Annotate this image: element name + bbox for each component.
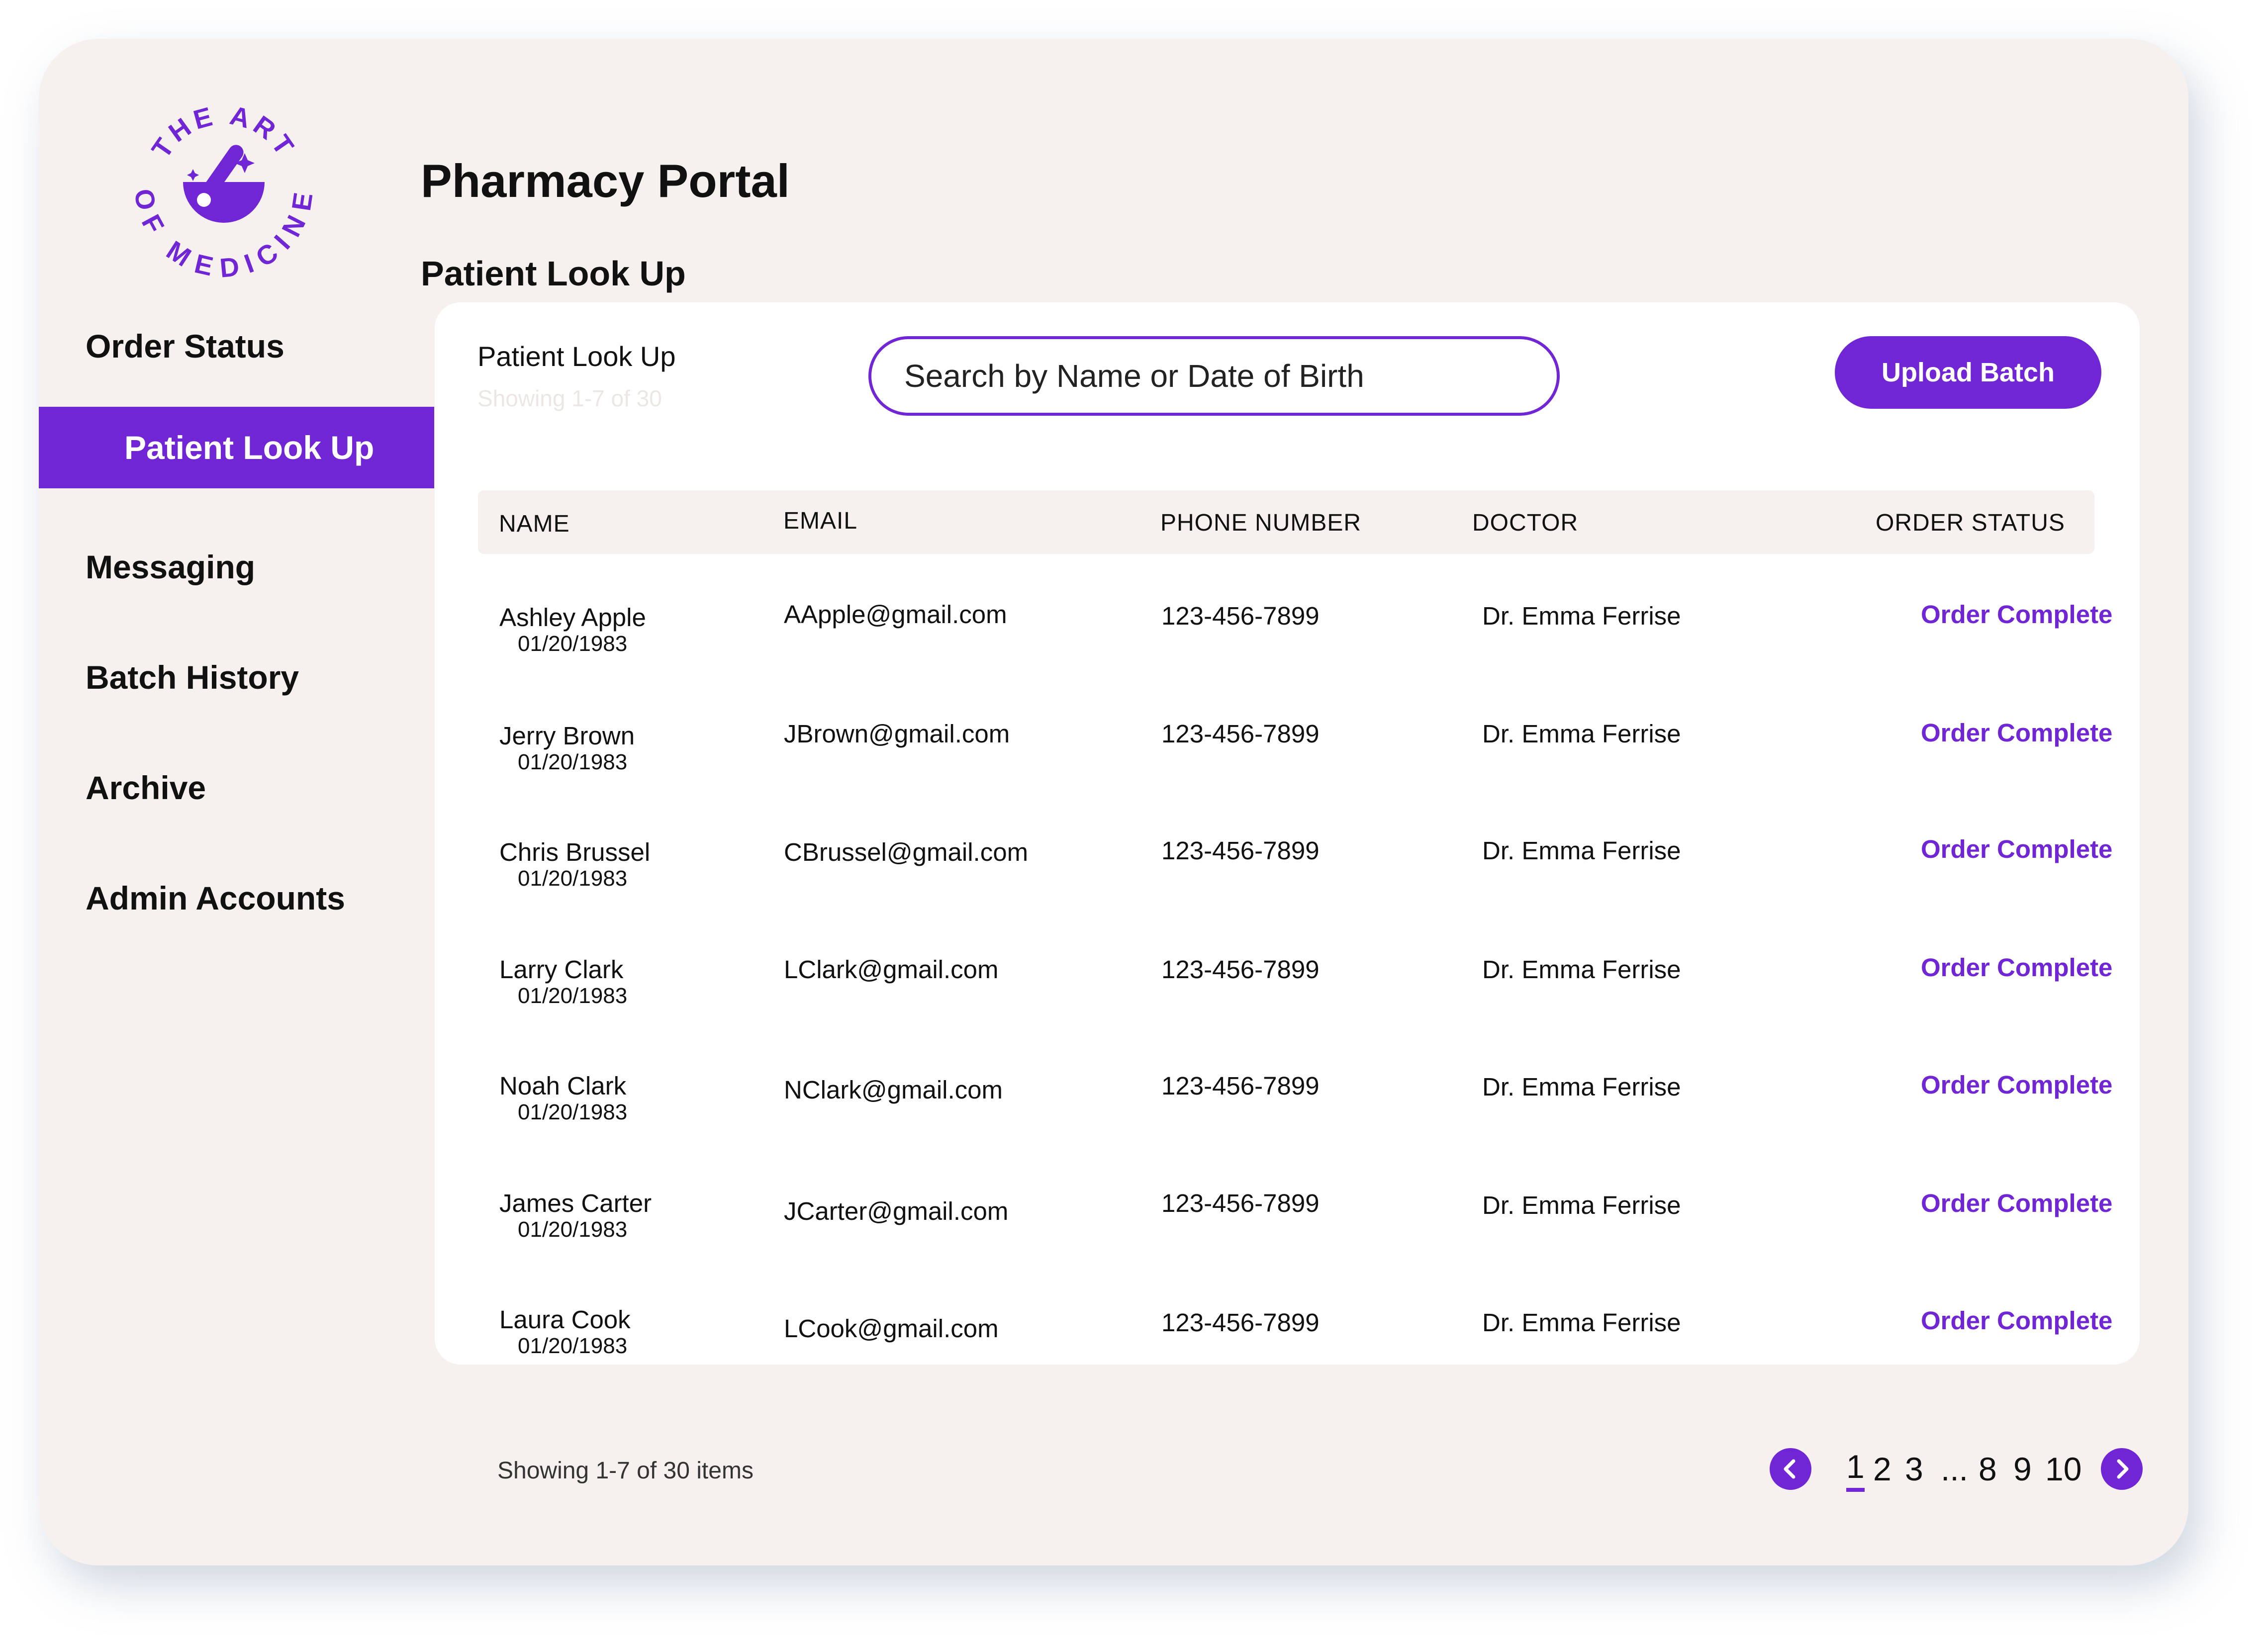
patient-phone: 123-456-7899	[1161, 1189, 1320, 1217]
order-status-link[interactable]: Order Complete	[1921, 1306, 2112, 1335]
patient-doctor: Dr. Emma Ferrise	[1482, 720, 1681, 748]
upload-batch-button[interactable]: Upload Batch	[1835, 336, 2101, 409]
chevron-left-icon	[1784, 1459, 1796, 1479]
order-status-link[interactable]: Order Complete	[1921, 1189, 2112, 1218]
patient-name: Noah Clark	[499, 1072, 627, 1100]
patient-email: CBrussel@gmail.com	[784, 838, 1029, 866]
sidebar-item-admin-accounts[interactable]: Admin Accounts	[86, 879, 345, 917]
svg-text:THE ART: THE ART	[146, 100, 302, 164]
sidebar-item-order-status[interactable]: Order Status	[86, 327, 284, 365]
chevron-right-icon	[2117, 1459, 2129, 1479]
mortar-and-pestle-icon	[183, 145, 265, 223]
patient-phone: 123-456-7899	[1161, 720, 1320, 748]
column-header-phone[interactable]: PHONE NUMBER	[1160, 509, 1361, 537]
table-row[interactable]: Jerry Brown 01/20/1983 JBrown@gmail.com …	[435, 718, 2140, 838]
search-field[interactable]	[868, 336, 1560, 416]
table-row[interactable]: James Carter 01/20/1983 JCarter@gmail.co…	[435, 1189, 2140, 1306]
patient-dob: 01/20/1983	[518, 1334, 628, 1358]
patient-email: NClark@gmail.com	[784, 1076, 1003, 1104]
sidebar-item-archive[interactable]: Archive	[86, 769, 206, 807]
patient-name: Jerry Brown	[499, 722, 635, 750]
app-window: THE ART OF MEDICINE Pharmacy Portal Pati…	[39, 39, 2188, 1565]
page-number[interactable]: 2	[1873, 1450, 1891, 1488]
patient-dob: 01/20/1983	[518, 1100, 628, 1124]
table-row[interactable]: Laura Cook 01/20/1983 LCook@gmail.com 12…	[435, 1305, 2140, 1422]
patient-dob: 01/20/1983	[518, 632, 628, 656]
patient-doctor: Dr. Emma Ferrise	[1482, 1073, 1681, 1101]
patient-dob: 01/20/1983	[518, 1217, 628, 1242]
patient-name: Larry Clark	[499, 955, 624, 984]
page-title: Pharmacy Portal	[421, 155, 790, 207]
patient-doctor: Dr. Emma Ferrise	[1482, 1308, 1681, 1337]
column-header-order-status[interactable]: ORDER STATUS	[1876, 509, 2065, 537]
patient-name: James Carter	[499, 1189, 652, 1217]
patient-name: Laura Cook	[499, 1305, 631, 1334]
page-number-current[interactable]: 1	[1846, 1450, 1865, 1492]
order-status-link[interactable]: Order Complete	[1921, 600, 2112, 629]
column-header-name[interactable]: NAME	[499, 510, 570, 538]
patient-email: LClark@gmail.com	[784, 955, 999, 984]
patient-doctor: Dr. Emma Ferrise	[1482, 602, 1681, 630]
sidebar-item-messaging[interactable]: Messaging	[86, 548, 255, 586]
pagination-summary: Showing 1-7 of 30 items	[497, 1458, 754, 1484]
table-row[interactable]: Larry Clark 01/20/1983 LClark@gmail.com …	[435, 953, 2140, 1072]
table-row[interactable]: Chris Brussel 01/20/1983 CBrussel@gmail.…	[435, 834, 2140, 955]
table-row[interactable]: Ashley Apple 01/20/1983 AApple@gmail.com…	[435, 600, 2140, 720]
next-page-button[interactable]	[2101, 1448, 2143, 1490]
patient-phone: 123-456-7899	[1161, 1072, 1320, 1100]
search-input[interactable]	[903, 357, 1522, 395]
patient-dob: 01/20/1983	[518, 750, 628, 774]
patient-email: JBrown@gmail.com	[784, 720, 1010, 748]
order-status-link[interactable]: Order Complete	[1921, 834, 2112, 864]
column-header-doctor[interactable]: DOCTOR	[1472, 509, 1578, 537]
order-status-link[interactable]: Order Complete	[1921, 953, 2112, 982]
table-header: NAME EMAIL PHONE NUMBER DOCTOR ORDER STA…	[478, 490, 2094, 554]
patient-doctor: Dr. Emma Ferrise	[1482, 836, 1681, 865]
page-number[interactable]: 8	[1979, 1450, 1997, 1488]
brand-logo: THE ART OF MEDICINE	[128, 93, 318, 283]
patient-email: AApple@gmail.com	[784, 600, 1007, 629]
order-status-link[interactable]: Order Complete	[1921, 718, 2112, 747]
patient-doctor: Dr. Emma Ferrise	[1482, 1191, 1681, 1219]
sidebar-item-patient-look-up[interactable]: Patient Look Up	[39, 407, 434, 488]
page-number[interactable]: 9	[2013, 1450, 2032, 1488]
page-subtitle: Patient Look Up	[421, 254, 686, 293]
card-showing-count: Showing 1-7 of 30	[477, 385, 662, 411]
patient-doctor: Dr. Emma Ferrise	[1482, 955, 1681, 984]
column-header-email[interactable]: EMAIL	[783, 507, 857, 535]
card-title: Patient Look Up	[477, 341, 676, 372]
patient-dob: 01/20/1983	[518, 984, 628, 1008]
patient-email: JCarter@gmail.com	[784, 1197, 1009, 1225]
order-status-link[interactable]: Order Complete	[1921, 1070, 2112, 1099]
patient-email: LCook@gmail.com	[784, 1314, 999, 1343]
patient-name: Chris Brussel	[499, 838, 651, 866]
patient-phone: 123-456-7899	[1161, 602, 1320, 630]
patient-dob: 01/20/1983	[518, 866, 628, 891]
page-ellipsis: ...	[1941, 1451, 1969, 1487]
patient-table-card: Patient Look Up Showing 1-7 of 30 Upload…	[435, 302, 2140, 1365]
patient-name: Ashley Apple	[499, 603, 646, 632]
page-number[interactable]: 10	[2045, 1450, 2081, 1488]
patient-phone: 123-456-7899	[1161, 955, 1320, 984]
page-number[interactable]: 3	[1905, 1450, 1923, 1488]
patient-phone: 123-456-7899	[1161, 1308, 1320, 1337]
sidebar-item-batch-history[interactable]: Batch History	[86, 658, 299, 696]
prev-page-button[interactable]	[1770, 1448, 1811, 1490]
table-row[interactable]: Noah Clark 01/20/1983 NClark@gmail.com 1…	[435, 1071, 2140, 1189]
patient-phone: 123-456-7899	[1161, 836, 1320, 865]
